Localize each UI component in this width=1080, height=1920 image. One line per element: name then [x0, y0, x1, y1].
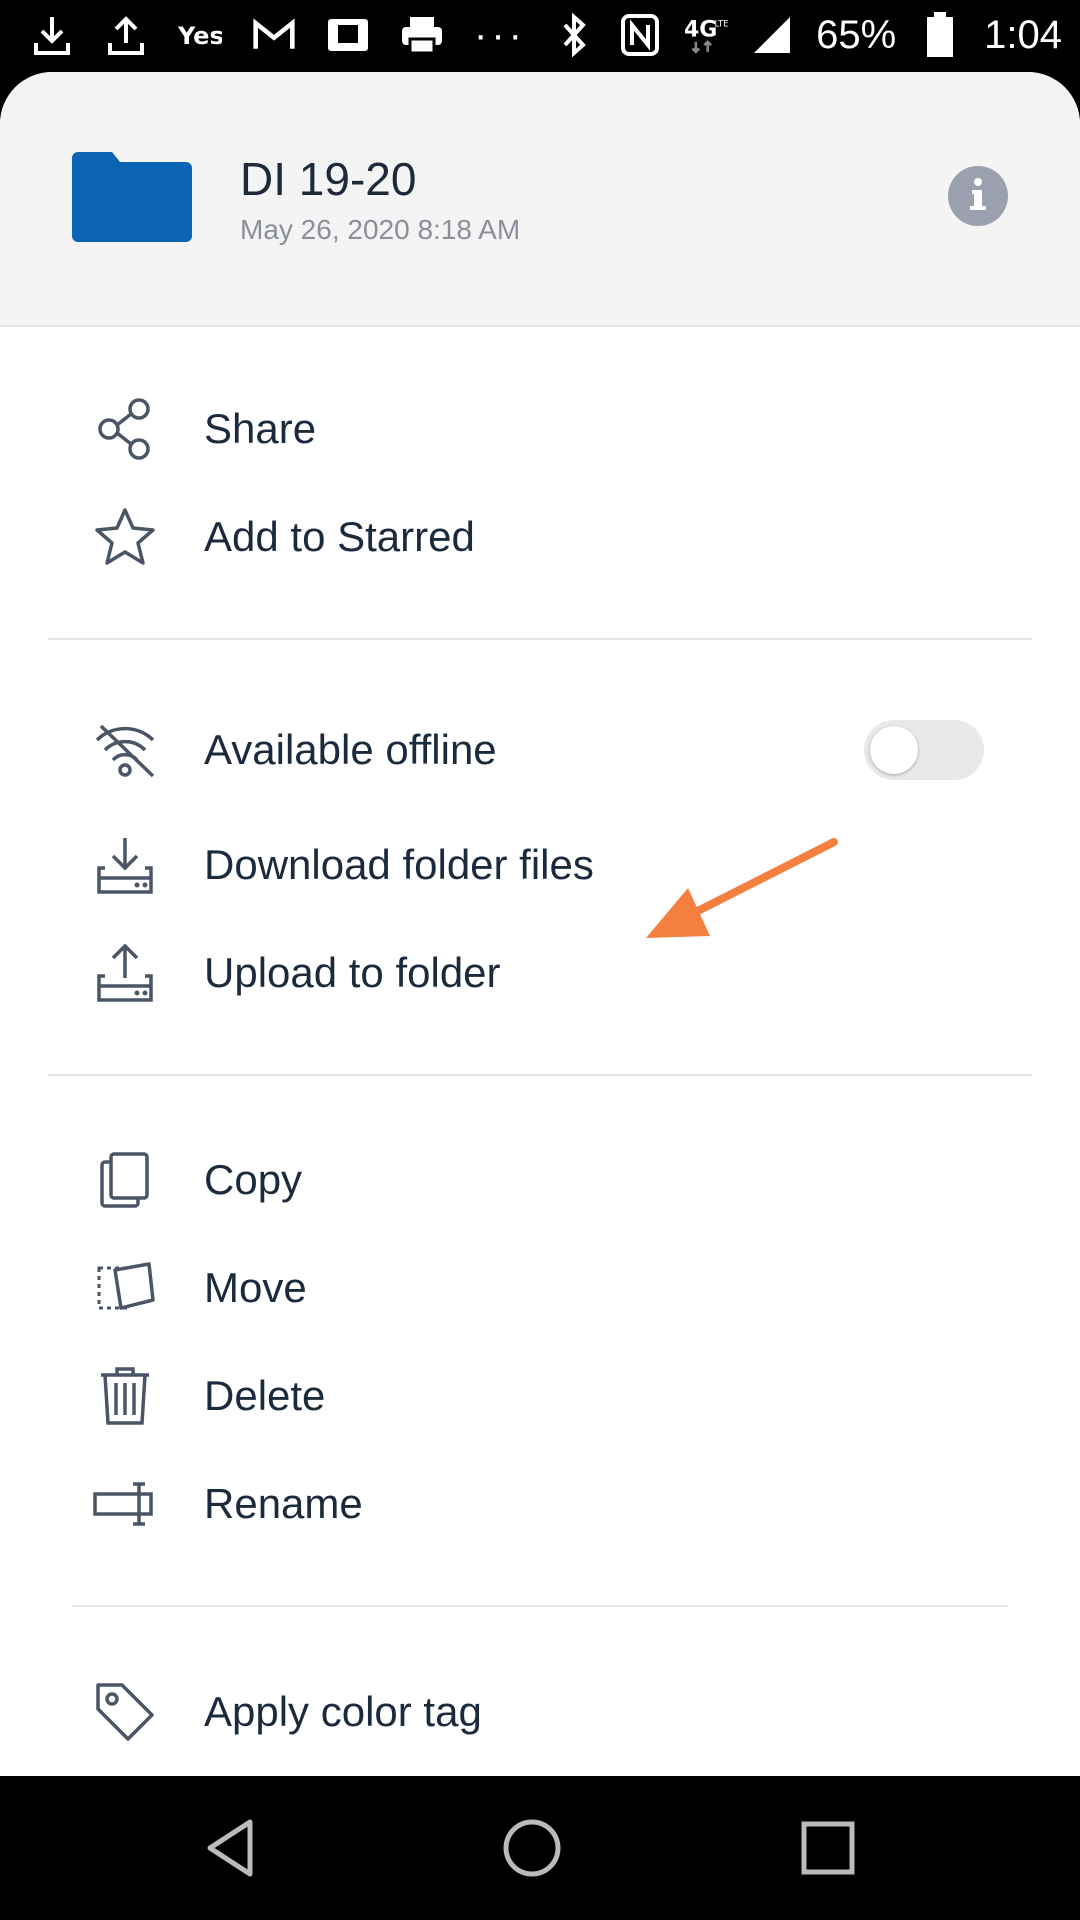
- yes-icon: Yes: [178, 10, 222, 60]
- svg-text:LTE: LTE: [715, 19, 729, 29]
- menu-label: Move: [204, 1264, 307, 1311]
- menu-label: Apply color tag: [204, 1688, 482, 1735]
- more-notifications: ···: [474, 12, 526, 57]
- sheet-header: DI 19-20 May 26, 2020 8:18 AM: [0, 72, 1080, 327]
- recents-icon[interactable]: [796, 1816, 860, 1880]
- info-button[interactable]: [948, 166, 1008, 226]
- clock: 1:04: [984, 12, 1062, 57]
- notification-icons: Yes ···: [30, 10, 526, 60]
- divider: [72, 1605, 1008, 1607]
- menu-item-move[interactable]: Move: [0, 1243, 1080, 1333]
- status-bar: Yes ··· 4G LTE 65% 1:04: [0, 0, 1080, 72]
- annotation-arrow: [646, 838, 838, 938]
- nfc-icon: [618, 10, 662, 60]
- available-offline-toggle[interactable]: [864, 720, 984, 780]
- svg-text:4G: 4G: [684, 18, 717, 43]
- menu-label: Available offline: [204, 726, 497, 773]
- copy-icon: [92, 1147, 158, 1213]
- offline-wifi-icon: [92, 717, 158, 783]
- divider: [48, 638, 1032, 640]
- star-icon: [92, 504, 158, 570]
- menu-item-add-to-starred[interactable]: Add to Starred: [0, 492, 1080, 582]
- svg-text:Yes: Yes: [178, 22, 222, 50]
- menu-item-upload-to-folder[interactable]: Upload to folder: [0, 928, 1080, 1018]
- menu-item-delete[interactable]: Delete: [0, 1351, 1080, 1441]
- menu-label: Download folder files: [204, 841, 594, 888]
- menu-label: Share: [204, 405, 317, 452]
- battery-percent: 65%: [816, 12, 897, 57]
- menu-item-share[interactable]: Share: [0, 384, 1080, 474]
- bluetooth-icon: [552, 10, 596, 60]
- download-tray-icon: [92, 832, 158, 898]
- trash-icon: [92, 1363, 158, 1429]
- rename-icon: [92, 1471, 158, 1537]
- folder-icon: [72, 152, 192, 242]
- share-icon: [92, 396, 158, 462]
- info-icon: [968, 177, 988, 216]
- kindle-icon: [326, 10, 370, 60]
- menu-label: Delete: [204, 1372, 326, 1419]
- menu-label: Copy: [204, 1156, 303, 1203]
- toggle-knob: [870, 726, 918, 774]
- menu-label: Add to Starred: [204, 513, 475, 560]
- gmail-icon: [252, 10, 296, 60]
- download-icon: [30, 10, 74, 60]
- menu-item-rename[interactable]: Rename: [0, 1459, 1080, 1549]
- upload-icon: [104, 10, 148, 60]
- system-icons: 4G LTE 65% 1:04: [552, 10, 1062, 60]
- divider: [48, 1074, 1032, 1076]
- home-icon[interactable]: [500, 1816, 564, 1880]
- move-icon: [92, 1255, 158, 1321]
- upload-tray-icon: [92, 940, 158, 1006]
- tag-icon: [92, 1679, 158, 1745]
- battery-icon: [918, 10, 962, 60]
- folder-modified-date: May 26, 2020 8:18 AM: [240, 214, 521, 245]
- menu-label: Rename: [204, 1480, 363, 1527]
- printer-icon: [400, 10, 444, 60]
- actions-sheet: DI 19-20 May 26, 2020 8:18 AM Share Add …: [0, 72, 1080, 1776]
- menu-item-apply-color-tag[interactable]: Apply color tag: [0, 1667, 1080, 1757]
- menu-item-copy[interactable]: Copy: [0, 1135, 1080, 1225]
- folder-name: DI 19-20: [240, 153, 417, 205]
- menu-item-download-folder-files[interactable]: Download folder files: [0, 820, 1080, 910]
- signal-icon: [750, 10, 794, 60]
- menu-label: Upload to folder: [204, 949, 501, 996]
- 4g-lte-icon: 4G LTE: [684, 10, 728, 60]
- back-icon[interactable]: [200, 1816, 264, 1880]
- navigation-bar: [0, 1776, 1080, 1920]
